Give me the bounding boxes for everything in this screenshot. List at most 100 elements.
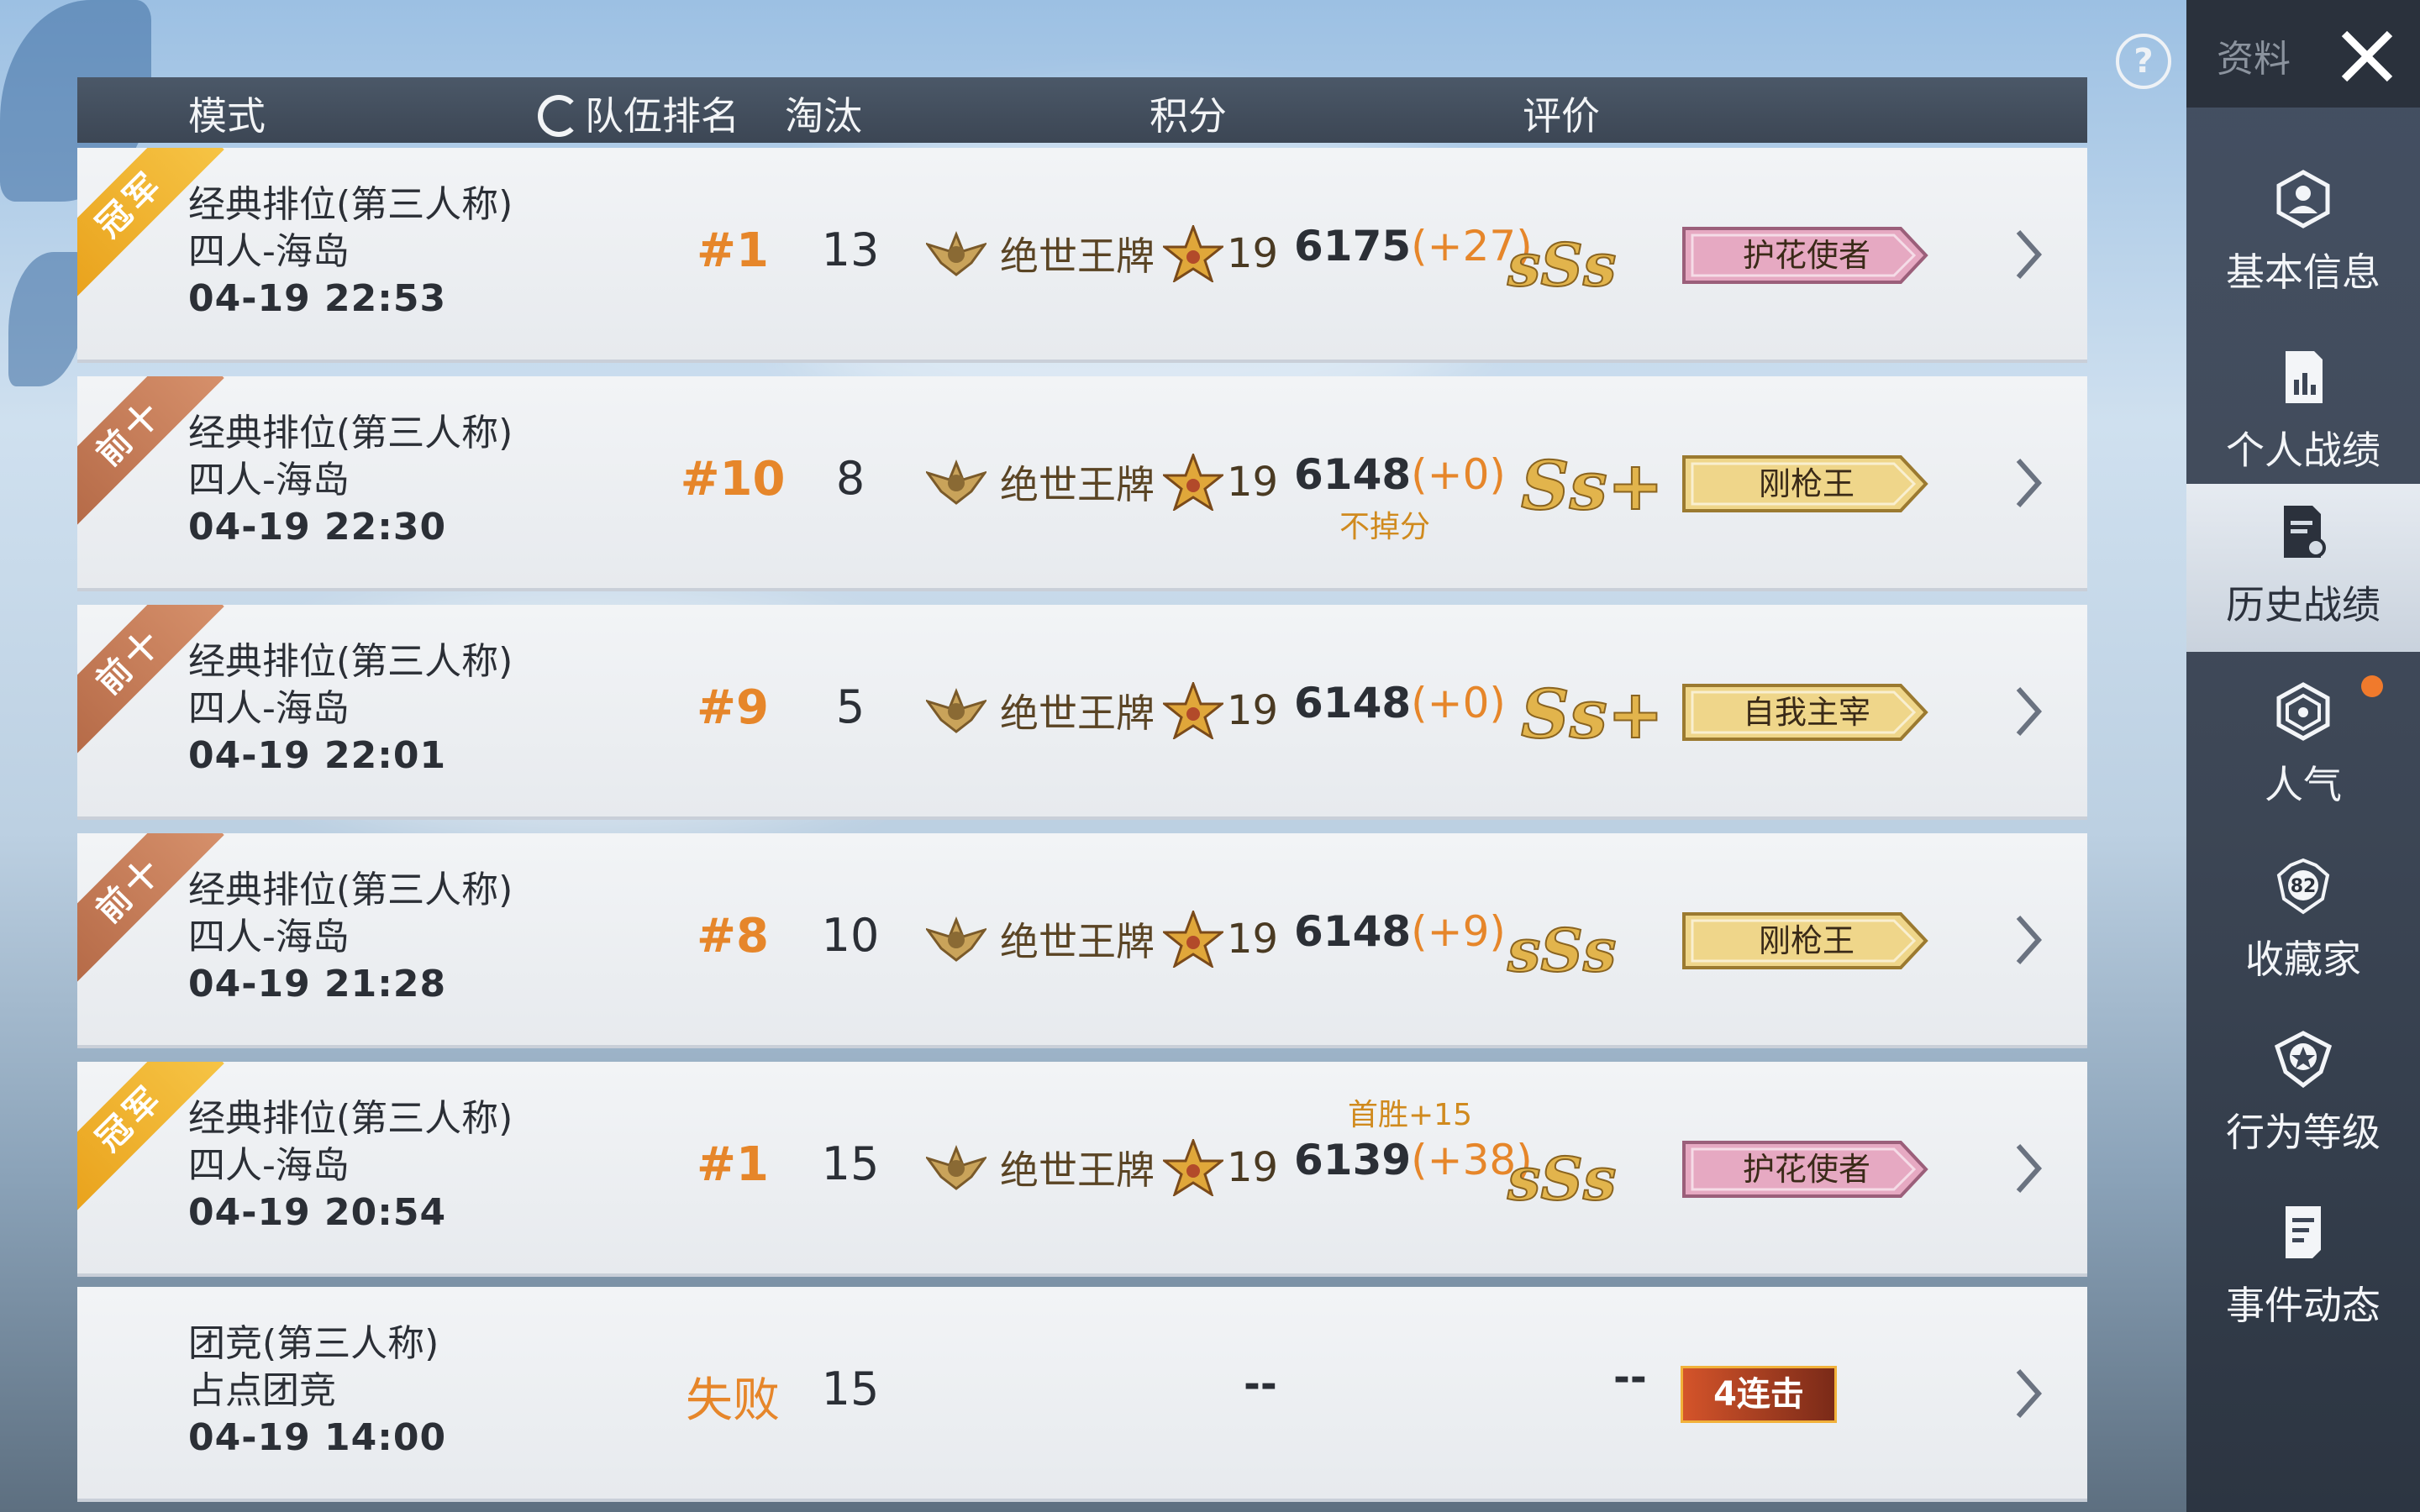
match-map: 四人-海岛 [188, 916, 350, 958]
tier-cell: 绝世王牌 19 [926, 682, 1278, 739]
close-icon[interactable] [2329, 18, 2405, 94]
match-map: 四人-海岛 [188, 459, 350, 501]
sidebar-item-label: 行为等级 [2226, 1110, 2381, 1155]
star-rank-icon [1163, 454, 1223, 511]
title-badge-label: 刚枪王 [1758, 465, 1854, 502]
help-icon[interactable]: ? [2116, 34, 2171, 89]
score-note: 不掉分 [1339, 510, 1431, 544]
match-map: 四人-海岛 [188, 230, 350, 273]
title-badge-label: 护花使者 [1742, 237, 1870, 274]
sidebar-item-label: 收藏家 [2245, 937, 2361, 982]
score-delta: (+0) [1411, 679, 1506, 727]
match-time: 04-19 22:30 [188, 506, 447, 549]
tier-level: 19 [1227, 459, 1279, 506]
score-cell: 6148(+9) [1294, 907, 1506, 956]
svg-text:Ss+: Ss+ [1521, 675, 1664, 753]
sidebar-item-collector-badge[interactable]: 82 收藏家 [2186, 838, 2420, 998]
match-eliminations: 8 [835, 452, 865, 505]
title-badge: 护花使者 [1681, 1139, 1933, 1200]
tier-cell: 绝世王牌 19 [926, 1139, 1278, 1196]
header-points: 积分 [1150, 93, 1227, 139]
tier-name: 绝世王牌 [1000, 919, 1155, 964]
header-eliminations: 淘汰 [785, 93, 862, 139]
rating-grade: Ss+ [1520, 445, 1665, 526]
match-map: 四人-海岛 [188, 1144, 350, 1187]
table-row[interactable]: 冠军 经典排位(第三人称) 四人-海岛 04-19 20:54 #1 15 绝世… [77, 1062, 2087, 1277]
chevron-right-icon[interactable] [2012, 911, 2045, 969]
tier-level: 19 [1227, 687, 1279, 734]
svg-text:sSs: sSs [1507, 1144, 1616, 1213]
sidebar-item-label: 个人战绩 [2226, 428, 2381, 473]
match-eliminations: 5 [835, 680, 865, 733]
match-map: 占点团竞 [188, 1369, 336, 1412]
refresh-icon[interactable] [538, 94, 580, 137]
sidebar-item-history-doc[interactable]: 历史战绩 [2186, 484, 2420, 652]
match-eliminations: 10 [821, 909, 880, 962]
score-note: 首胜+15 [1348, 1098, 1472, 1132]
match-time: 04-19 14:00 [188, 1416, 447, 1459]
table-row[interactable]: 团竞(第三人称) 占点团竞 04-19 14:00 失败 15 -- -- 4连… [77, 1287, 2087, 1502]
svg-text:82: 82 [2291, 876, 2317, 897]
tier-name: 绝世王牌 [1000, 234, 1155, 279]
sidebar-item-stats-chart[interactable]: 个人战绩 [2186, 329, 2420, 489]
ace-tier-badge-icon [926, 1144, 986, 1190]
sidebar-item-event-note[interactable]: 事件动态 [2186, 1184, 2420, 1344]
match-rating: -- [1613, 1354, 1647, 1401]
header-team-rank[interactable]: 队伍排名 [538, 86, 739, 141]
title-badge-label: 刚枪王 [1758, 922, 1854, 959]
sidebar-item-label: 基本信息 [2226, 249, 2381, 295]
tier-level: 19 [1227, 916, 1279, 963]
tier-name: 绝世王牌 [1000, 690, 1155, 736]
sidebar: 资料 基本信息个人战绩历史战绩人气 82 收藏家行为等级事件动态 [2186, 0, 2420, 1512]
chevron-right-icon[interactable] [2012, 1139, 2045, 1198]
ace-tier-badge-icon [926, 459, 986, 505]
rating-grade: sSs [1506, 229, 1617, 299]
rating-grade: sSs [1506, 1143, 1617, 1213]
match-time: 04-19 22:01 [188, 734, 447, 777]
title-badge-label: 自我主宰 [1742, 694, 1870, 731]
sidebar-title: 资料 [2217, 38, 2291, 81]
sidebar-item-label: 历史战绩 [2226, 582, 2381, 627]
chevron-right-icon[interactable] [2012, 1364, 2045, 1423]
match-time: 04-19 22:53 [188, 277, 447, 320]
star-rank-icon [1163, 1139, 1223, 1196]
title-badge: 刚枪王 [1681, 454, 1933, 514]
sidebar-item-behavior-shield[interactable]: 行为等级 [2186, 1011, 2420, 1171]
sidebar-item-popularity[interactable]: 人气 [2186, 664, 2420, 823]
tier-cell: 绝世王牌 19 [926, 454, 1278, 511]
sidebar-item-profile[interactable]: 基本信息 [2186, 151, 2420, 311]
svg-text:sSs: sSs [1507, 230, 1616, 299]
sidebar-top: 资料 [2186, 0, 2420, 108]
star-rank-icon [1163, 911, 1223, 968]
score-value: 6148 [1294, 450, 1412, 499]
match-mode: 经典排位(第三人称) [188, 412, 513, 454]
score-cell: 6148(+0) [1294, 679, 1506, 727]
svg-text:Ss+: Ss+ [1521, 446, 1664, 525]
score-value: 6148 [1294, 907, 1412, 956]
match-mode-cell: 经典排位(第三人称) 四人-海岛 04-19 22:30 [188, 410, 513, 551]
score-cell: 6148(+0) [1294, 450, 1506, 499]
table-header: 模式 队伍排名 淘汰 积分 评价 [77, 77, 2087, 143]
title-badge: 护花使者 [1681, 225, 1933, 286]
chevron-right-icon[interactable] [2012, 682, 2045, 741]
match-map: 四人-海岛 [188, 687, 350, 730]
match-mode: 经典排位(第三人称) [188, 640, 513, 683]
match-mode: 团竞(第三人称) [188, 1322, 439, 1365]
match-mode: 经典排位(第三人称) [188, 869, 513, 911]
match-eliminations: 15 [821, 1362, 880, 1415]
notification-dot [2361, 675, 2383, 697]
match-mode-cell: 经典排位(第三人称) 四人-海岛 04-19 20:54 [188, 1095, 513, 1236]
score-delta: (+0) [1411, 450, 1506, 499]
table-row[interactable]: 前十 经典排位(第三人称) 四人-海岛 04-19 21:28 #8 10 绝世… [77, 833, 2087, 1048]
table-row[interactable]: 前十 经典排位(第三人称) 四人-海岛 04-19 22:30 #10 8 绝世… [77, 376, 2087, 591]
chevron-right-icon[interactable] [2012, 225, 2045, 284]
chevron-right-icon[interactable] [2012, 454, 2045, 512]
score-value: 6139 [1294, 1136, 1412, 1184]
combo-badge: 4连击 [1681, 1366, 1837, 1423]
score-delta: (+9) [1411, 907, 1506, 956]
score-value: 6175 [1294, 222, 1412, 270]
match-eliminations: 13 [821, 223, 880, 276]
table-row[interactable]: 前十 经典排位(第三人称) 四人-海岛 04-19 22:01 #9 5 绝世王… [77, 605, 2087, 820]
match-time: 04-19 21:28 [188, 963, 447, 1005]
table-row[interactable]: 冠军 经典排位(第三人称) 四人-海岛 04-19 22:53 #1 13 绝世… [77, 148, 2087, 363]
